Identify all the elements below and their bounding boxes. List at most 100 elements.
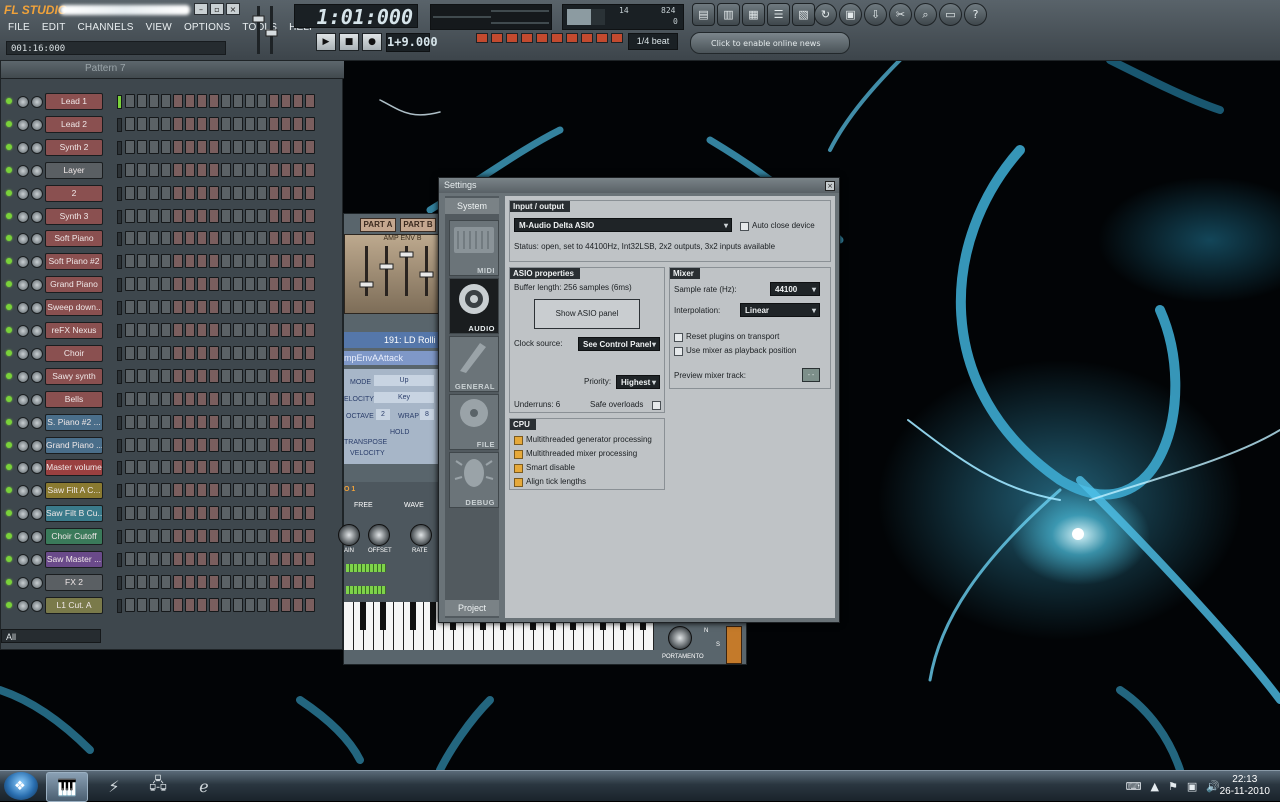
step-button[interactable] (245, 94, 255, 108)
step-button[interactable] (125, 597, 135, 612)
multithreaded-mixer-checkbox[interactable] (514, 450, 523, 459)
step-button[interactable] (293, 506, 303, 521)
step-button[interactable] (149, 162, 159, 177)
channel-name-button[interactable]: L1 Cut. A (45, 596, 103, 614)
step-button[interactable] (281, 300, 291, 315)
pan-knob[interactable] (17, 347, 29, 360)
multithreaded-generator-checkbox[interactable] (514, 436, 523, 445)
step-button[interactable] (197, 506, 207, 521)
channel-mute-led[interactable] (6, 395, 12, 402)
step-button[interactable] (257, 231, 267, 246)
step-button[interactable] (137, 231, 147, 246)
step-button[interactable] (209, 506, 219, 521)
step-button[interactable] (209, 460, 219, 475)
step-button[interactable] (233, 185, 243, 200)
step-button[interactable] (161, 506, 171, 521)
step-button[interactable] (221, 414, 231, 429)
step-button[interactable] (185, 529, 195, 544)
volume-knob[interactable] (31, 599, 43, 612)
volume-knob[interactable] (31, 118, 43, 131)
step-button[interactable] (173, 414, 183, 429)
step-button[interactable] (149, 597, 159, 612)
step-button[interactable] (173, 185, 183, 200)
channel-select[interactable] (117, 186, 122, 201)
step-button[interactable] (149, 345, 159, 360)
step-button[interactable] (161, 300, 171, 315)
step-button[interactable] (185, 185, 195, 200)
step-button[interactable] (161, 208, 171, 223)
step-button[interactable] (269, 94, 279, 108)
step-button[interactable] (269, 414, 279, 429)
step-button[interactable] (149, 323, 159, 337)
category-midi[interactable]: MIDI (449, 220, 499, 276)
step-button[interactable] (149, 506, 159, 521)
step-button[interactable] (137, 552, 147, 566)
pan-knob[interactable] (17, 164, 29, 177)
step-button[interactable] (281, 391, 291, 406)
category-file[interactable]: FILE (449, 394, 499, 450)
step-button[interactable] (125, 139, 135, 154)
step-button[interactable] (173, 345, 183, 360)
step-button[interactable] (245, 162, 255, 177)
volume-knob[interactable] (31, 508, 43, 521)
step-button[interactable] (233, 300, 243, 315)
channel-name-button[interactable]: Soft Piano (45, 230, 103, 248)
volume-knob[interactable] (31, 187, 43, 200)
step-button[interactable] (305, 94, 315, 108)
menu-file[interactable]: FILE (2, 22, 36, 33)
arrow-up-icon[interactable]: ▲ (1151, 780, 1159, 793)
step-button[interactable] (245, 437, 255, 452)
step-button[interactable] (125, 391, 135, 406)
step-button[interactable] (305, 529, 315, 544)
sample-rate-select[interactable]: 44100 (770, 282, 820, 297)
step-button[interactable] (137, 277, 147, 292)
volume-knob[interactable] (31, 370, 43, 383)
step-button[interactable] (185, 552, 195, 566)
step-button[interactable] (209, 323, 219, 337)
step-button[interactable] (185, 116, 195, 131)
step-button[interactable] (137, 506, 147, 521)
step-button[interactable] (281, 277, 291, 292)
step-button[interactable] (209, 483, 219, 498)
channel-mute-led[interactable] (6, 98, 12, 104)
step-button[interactable] (305, 345, 315, 360)
step-button[interactable] (293, 185, 303, 200)
step-button[interactable] (185, 277, 195, 292)
step-button[interactable] (281, 94, 291, 108)
step-button[interactable] (281, 162, 291, 177)
pan-knob[interactable] (17, 325, 29, 337)
step-button[interactable] (197, 231, 207, 246)
step-button[interactable] (269, 597, 279, 612)
step-button[interactable] (221, 437, 231, 452)
interpolation-select[interactable]: Linear (740, 303, 820, 318)
step-button[interactable] (209, 139, 219, 154)
step-button[interactable] (269, 185, 279, 200)
step-button[interactable] (209, 116, 219, 131)
pan-knob[interactable] (17, 256, 29, 269)
channel-mute-led[interactable] (6, 120, 12, 127)
step-button[interactable] (197, 162, 207, 177)
channel-name-button[interactable]: Saw Filt A C... (45, 482, 103, 500)
step-button[interactable] (269, 574, 279, 589)
volume-icon[interactable]: 🔊 (1206, 780, 1220, 793)
step-button[interactable] (197, 552, 207, 566)
mode-value[interactable]: Up (374, 375, 434, 386)
step-button[interactable] (173, 300, 183, 315)
step-button[interactable] (161, 529, 171, 544)
step-button[interactable] (245, 552, 255, 566)
step-button[interactable] (197, 185, 207, 200)
step-button[interactable] (137, 323, 147, 337)
step-button[interactable] (305, 116, 315, 131)
minimize-button[interactable]: – (194, 3, 208, 15)
help-icon[interactable]: ? (964, 3, 987, 26)
step-button[interactable] (209, 345, 219, 360)
step-button[interactable] (161, 574, 171, 589)
step-button[interactable] (161, 345, 171, 360)
step-button[interactable] (233, 460, 243, 475)
channel-select[interactable] (117, 530, 122, 545)
step-button[interactable] (161, 597, 171, 612)
step-button[interactable] (269, 391, 279, 406)
pan-knob[interactable] (17, 233, 29, 246)
step-button[interactable] (173, 597, 183, 612)
step-button[interactable] (233, 116, 243, 131)
